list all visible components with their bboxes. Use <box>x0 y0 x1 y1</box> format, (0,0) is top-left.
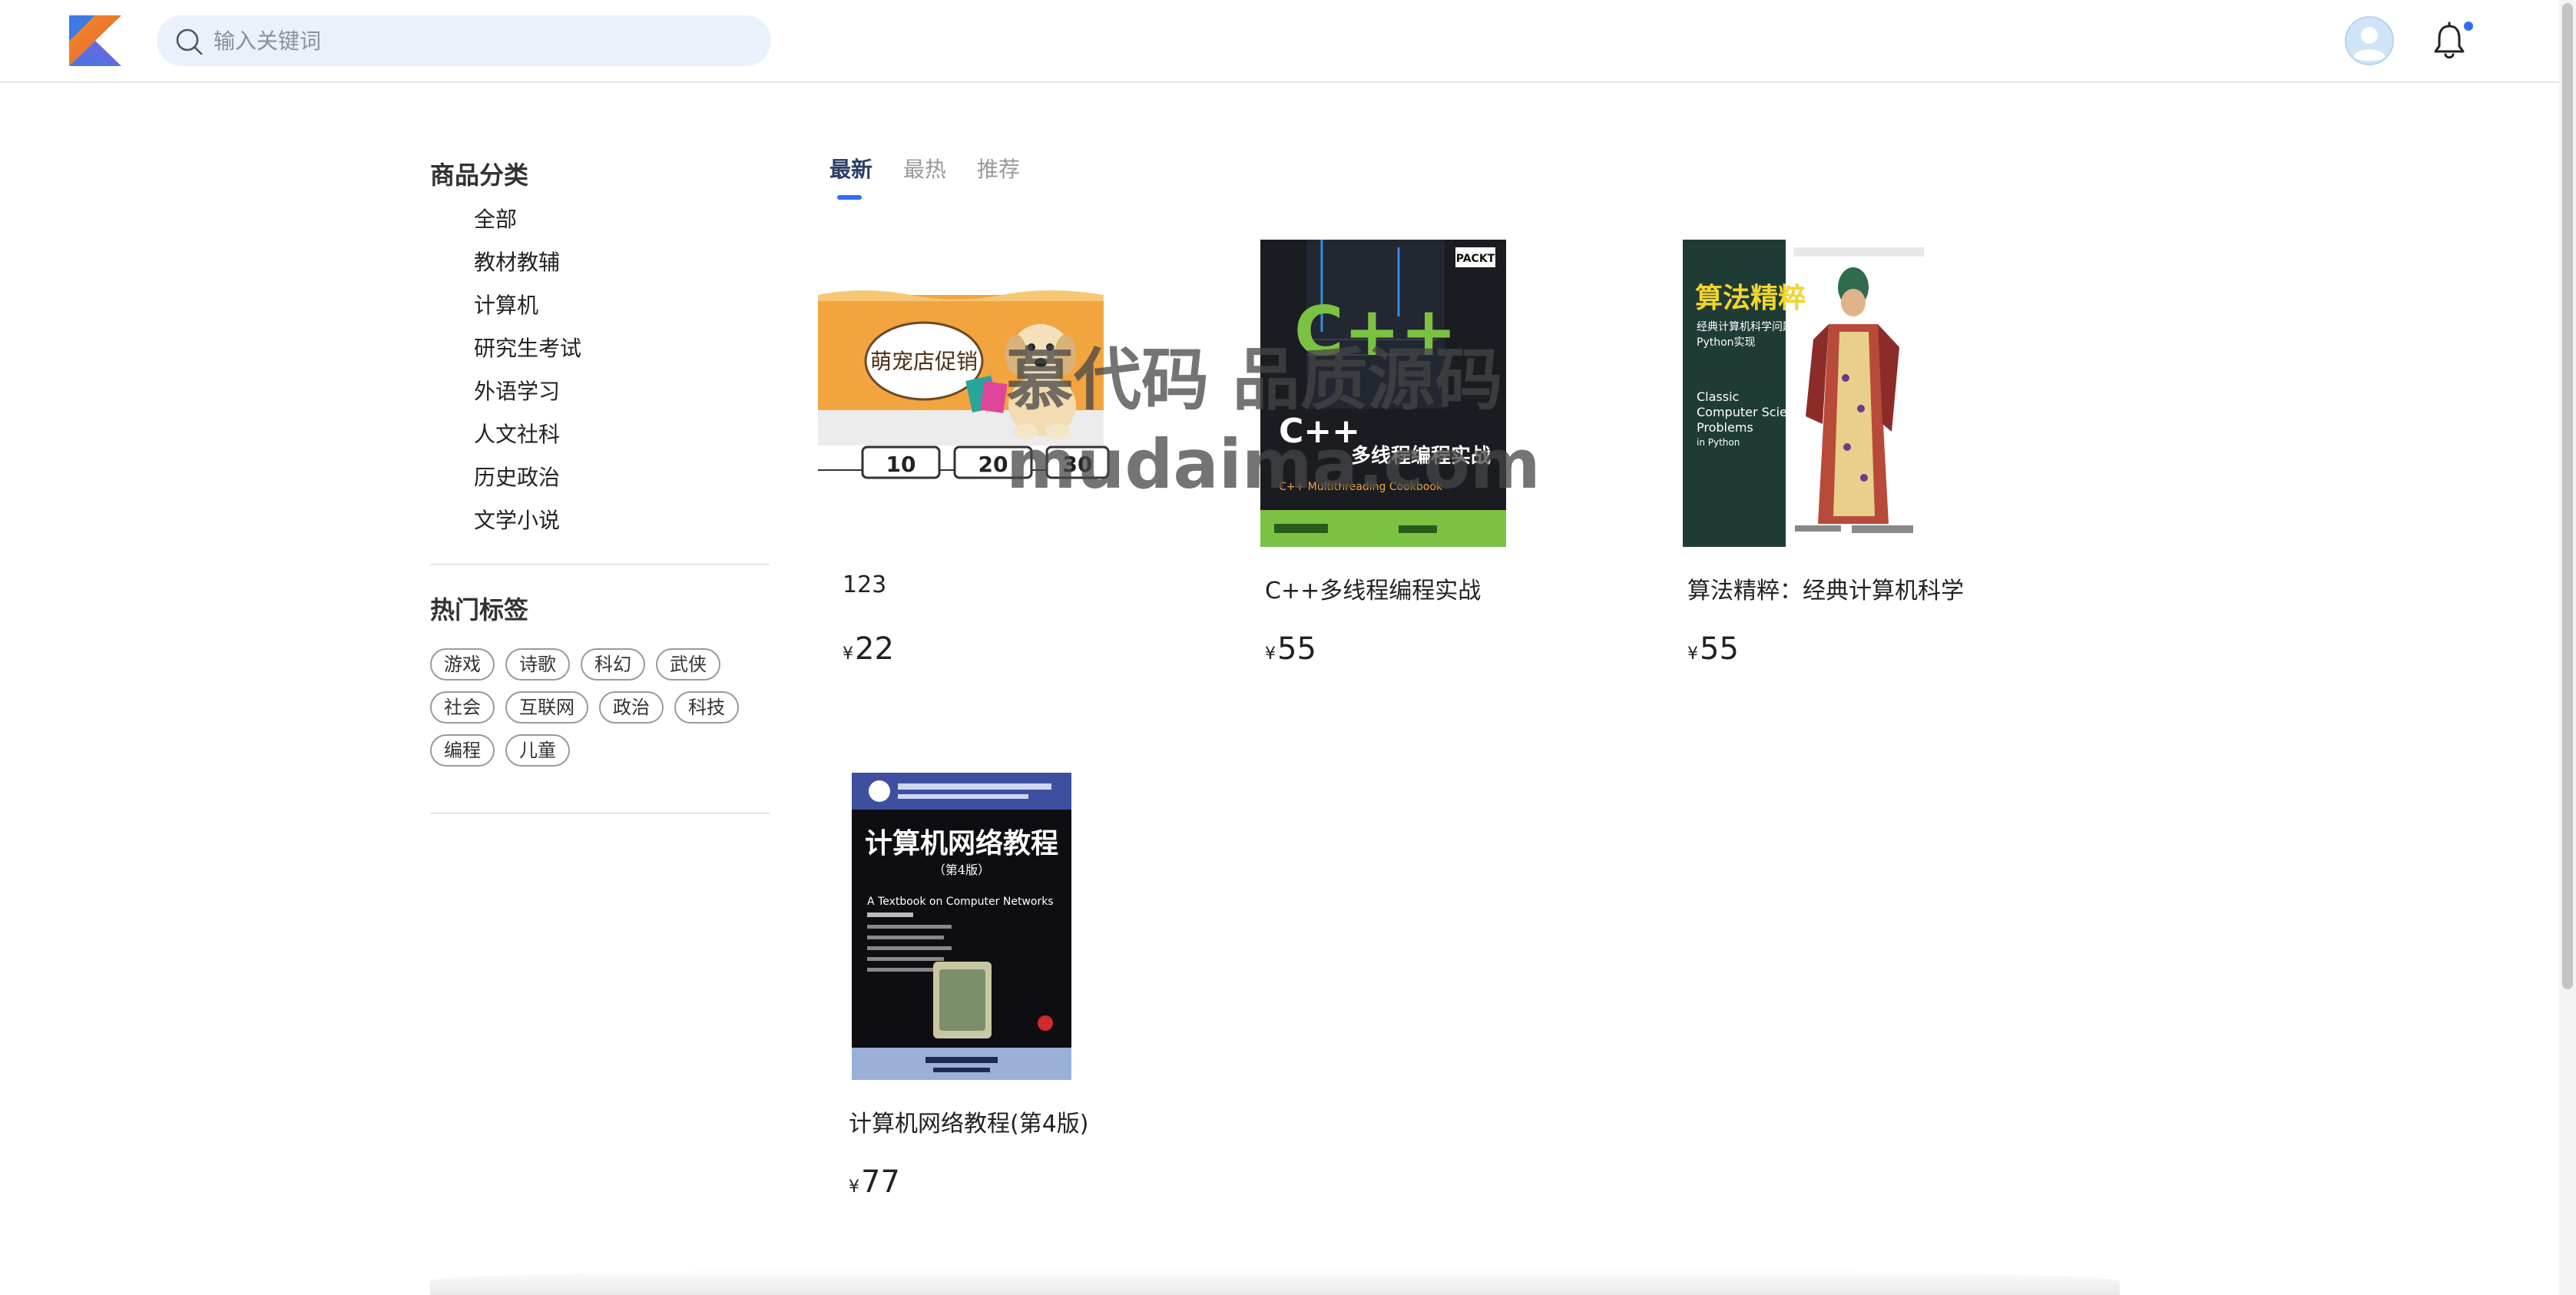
tab-recommended[interactable]: 推荐 <box>977 152 1020 187</box>
tag-society[interactable]: 社会 <box>430 691 495 724</box>
search-icon[interactable] <box>174 26 204 57</box>
price-value: 77 <box>861 1164 900 1200</box>
category-item-graduate-exam[interactable]: 研究生考试 <box>474 327 770 370</box>
cover-en-title-3: Problems <box>1697 420 1753 435</box>
currency-symbol: ¥ <box>1687 644 1698 664</box>
product-cover-image[interactable]: 萌宠店促销 10 20 30 <box>818 240 1179 547</box>
category-item-literature[interactable]: 文学小说 <box>474 499 770 542</box>
currency-symbol: ¥ <box>1265 644 1276 664</box>
product-price: ¥22 <box>843 631 894 667</box>
currency-symbol: ¥ <box>843 644 853 664</box>
product-card[interactable]: 算法精粹 经典计算机科学问题的 Python实现 Classic Compute… <box>1663 240 2047 677</box>
category-item-textbooks[interactable]: 教材教辅 <box>474 241 770 284</box>
cover-en-title-1: Classic <box>1697 389 1739 404</box>
cover-cn-subtitle2: Python实现 <box>1697 336 1756 349</box>
bell-icon[interactable] <box>2432 22 2467 60</box>
tag-scifi[interactable]: 科幻 <box>581 648 645 681</box>
product-title[interactable]: 算法精粹：经典计算机科学 <box>1687 571 1964 605</box>
promo-tile-10: 10 <box>886 452 916 477</box>
category-item-foreign-language[interactable]: 外语学习 <box>474 370 770 413</box>
top-navigation-bar <box>0 0 2559 83</box>
product-cover-image[interactable]: 算法精粹 经典计算机科学问题的 Python实现 Classic Compute… <box>1683 240 2044 547</box>
price-value: 55 <box>1700 631 1739 667</box>
product-price: ¥55 <box>1265 631 1316 667</box>
pet-shop-promo-image: 萌宠店促销 10 20 30 <box>818 240 1179 547</box>
user-avatar-icon[interactable] <box>2344 15 2395 66</box>
tag-games[interactable]: 游戏 <box>430 648 495 681</box>
product-title[interactable]: C++多线程编程实战 <box>1265 571 1481 605</box>
cpp-book-cover: PACKT C++ C++ 多线程编程实战 C++ Multithreading… <box>1260 240 1506 547</box>
sidebar: 商品分类 全部 教材教辅 计算机 研究生考试 外语学习 人文社科 历史政治 文学… <box>430 154 770 837</box>
bottom-shadow <box>430 1267 2120 1295</box>
tag-politics[interactable]: 政治 <box>599 691 664 724</box>
tag-programming[interactable]: 编程 <box>430 734 495 767</box>
sidebar-divider <box>430 564 770 565</box>
sidebar-divider-bottom <box>430 813 770 814</box>
category-item-computer[interactable]: 计算机 <box>474 284 770 327</box>
tag-cloud: 游戏 诗歌 科幻 武侠 社会 互联网 政治 科技 编程 儿童 <box>430 648 768 777</box>
product-price: ¥55 <box>1687 631 1739 667</box>
tab-newest[interactable]: 最新 <box>829 152 872 187</box>
search-input[interactable] <box>214 22 751 60</box>
cover-subtitle: C++ <box>1279 412 1360 451</box>
publisher-badge: PACKT <box>1456 253 1495 265</box>
product-card[interactable]: 萌宠店促销 10 20 30 123 ¥22 <box>818 240 1202 677</box>
algorithm-book-cover: 算法精粹 经典计算机科学问题的 Python实现 Classic Compute… <box>1683 240 1929 547</box>
category-item-all[interactable]: 全部 <box>474 198 770 241</box>
promo-tile-20: 20 <box>978 452 1008 477</box>
category-item-history-politics[interactable]: 历史政治 <box>474 456 770 499</box>
price-value: 22 <box>855 631 894 667</box>
price-value: 55 <box>1277 631 1316 667</box>
product-card[interactable]: PACKT C++ C++ 多线程编程实战 C++ Multithreading… <box>1240 240 1624 677</box>
scrollbar-thumb[interactable] <box>2562 3 2573 989</box>
category-list: 全部 教材教辅 计算机 研究生考试 外语学习 人文社科 历史政治 文学小说 <box>430 198 770 542</box>
cover-cn-title: 计算机网络教程 <box>865 827 1058 859</box>
category-section-title: 商品分类 <box>430 161 529 190</box>
cover-en-title-4: in Python <box>1697 437 1740 448</box>
tag-children[interactable]: 儿童 <box>505 734 570 767</box>
tags-section-title: 热门标签 <box>430 595 529 624</box>
category-item-humanities[interactable]: 人文社科 <box>474 413 770 456</box>
cover-big-title: C++ <box>1294 292 1457 371</box>
computer-network-book-cover: 计算机网络教程 （第4版） A Textbook on Computer Net… <box>852 773 1071 1080</box>
active-tab-indicator <box>837 195 862 200</box>
product-cover-image[interactable]: PACKT C++ C++ 多线程编程实战 C++ Multithreading… <box>1260 240 1621 547</box>
tab-hottest[interactable]: 最热 <box>903 152 946 187</box>
notification-badge <box>2462 20 2475 32</box>
cover-edition: （第4版） <box>933 863 990 877</box>
tag-technology[interactable]: 科技 <box>674 691 739 724</box>
tag-wuxia[interactable]: 武侠 <box>656 648 720 681</box>
promo-sign-text: 萌宠店促销 <box>870 349 978 374</box>
cover-cn-title: 算法精粹 <box>1695 283 1806 314</box>
cover-cn-title: 多线程编程实战 <box>1351 444 1491 468</box>
currency-symbol: ¥ <box>849 1177 859 1197</box>
cover-en-title: A Textbook on Computer Networks <box>867 896 1054 908</box>
product-cover-image[interactable]: 计算机网络教程 （第4版） A Textbook on Computer Net… <box>852 773 1213 1080</box>
product-title[interactable]: 计算机网络教程(第4版) <box>849 1105 1089 1138</box>
search-bar[interactable] <box>157 15 771 66</box>
kotlin-logo-icon[interactable] <box>69 15 121 66</box>
cover-en-title-2: Computer Science <box>1697 405 1809 419</box>
promo-tile-30: 30 <box>1063 452 1093 477</box>
product-price: ¥77 <box>849 1164 900 1200</box>
tag-poetry[interactable]: 诗歌 <box>505 648 570 681</box>
product-card[interactable]: 计算机网络教程 （第4版） A Textbook on Computer Net… <box>818 773 1202 1211</box>
product-title[interactable]: 123 <box>843 571 886 598</box>
cover-en-title: C++ Multithreading Cookbook <box>1279 481 1443 493</box>
cover-cn-subtitle: 经典计算机科学问题的 <box>1697 321 1804 333</box>
tag-internet[interactable]: 互联网 <box>505 691 588 724</box>
